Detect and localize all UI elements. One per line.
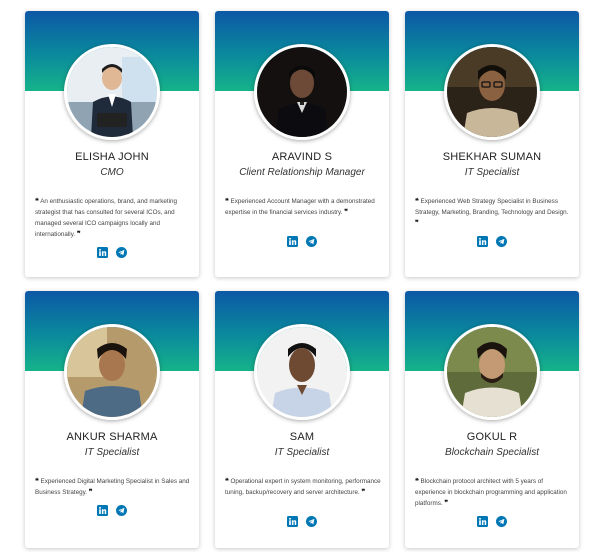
quote-open-icon: ❝ [35,198,39,205]
social-links [215,236,389,248]
bio-text: An enthusiastic operations, brand, and m… [35,198,178,238]
quote-close-icon: ❞ [88,489,93,496]
quote-close-icon: ❞ [361,489,366,496]
team-card-ankur-sharma: ANKUR SHARMA IT Specialist ❝ Experienced… [25,291,199,548]
telegram-icon[interactable] [305,236,317,247]
member-name: SAM [289,431,315,443]
team-card-shekhar-suman: SHEKHAR SUMAN IT Specialist ❝ Experience… [405,11,579,277]
bio-text: Operational expert in system monitoring,… [225,478,381,496]
bio-text: Experienced Web Strategy Specialist in B… [415,198,569,216]
member-bio: ❝ Blockchain protocol architect with 5 y… [415,476,571,509]
team-card-gokul-r: GOKUL R Blockchain Specialist ❝ Blockcha… [405,291,579,548]
member-name: SHEKHAR SUMAN [442,151,542,163]
member-name: ARAVIND S [271,151,333,163]
social-links [405,516,579,528]
quote-close-icon: ❞ [444,500,449,507]
linkedin-icon[interactable] [97,247,109,258]
quote-open-icon: ❝ [225,478,229,485]
telegram-icon[interactable] [495,516,507,527]
member-bio: ❝ An enthusiastic operations, brand, and… [35,196,191,240]
member-role: IT Specialist [274,447,330,458]
quote-close-icon: ❞ [76,231,81,238]
member-name: GOKUL R [466,431,518,443]
social-links [25,505,199,517]
member-bio: ❝ Experienced Digital Marketing Speciali… [35,476,191,498]
member-bio: ❝ Operational expert in system monitorin… [225,476,381,498]
linkedin-icon[interactable] [287,236,299,247]
linkedin-icon[interactable] [97,505,109,516]
member-role: IT Specialist [84,447,140,458]
linkedin-icon[interactable] [477,236,489,247]
avatar [444,44,540,140]
telegram-icon[interactable] [115,247,127,258]
social-links [215,516,389,528]
telegram-icon[interactable] [115,505,127,516]
bio-text: Experienced Account Manager with a demon… [225,198,375,216]
telegram-icon[interactable] [305,516,317,527]
team-card-elisha-john: ELISHA JOHN CMO ❝ An enthusiastic operat… [25,11,199,277]
linkedin-icon[interactable] [477,516,489,527]
bio-text: Blockchain protocol architect with 5 yea… [415,478,567,507]
telegram-icon[interactable] [495,236,507,247]
social-links [25,247,199,259]
team-card-sam: SAM IT Specialist ❝ Operational expert i… [215,291,389,548]
member-name: ELISHA JOHN [75,151,149,163]
quote-open-icon: ❝ [415,198,419,205]
team-card-aravind-s: ARAVIND S Client Relationship Manager ❝ … [215,11,389,277]
quote-close-icon: ❞ [415,220,419,227]
member-role: Client Relationship Manager [239,167,365,178]
social-links [405,236,579,248]
quote-open-icon: ❝ [415,478,419,485]
avatar [64,44,160,140]
member-name: ANKUR SHARMA [66,431,158,443]
member-bio: ❝ Experienced Web Strategy Specialist in… [415,196,571,229]
avatar [444,324,540,420]
quote-open-icon: ❝ [225,198,229,205]
bio-text: Experienced Digital Marketing Specialist… [35,478,190,496]
member-role: CMO [100,167,124,178]
avatar [254,324,350,420]
linkedin-icon[interactable] [287,516,299,527]
member-role: IT Specialist [464,167,520,178]
avatar [254,44,350,140]
member-bio: ❝ Experienced Account Manager with a dem… [225,196,381,218]
avatar [64,324,160,420]
member-role: Blockchain Specialist [445,447,539,458]
quote-open-icon: ❝ [35,478,39,485]
quote-close-icon: ❞ [344,209,349,216]
